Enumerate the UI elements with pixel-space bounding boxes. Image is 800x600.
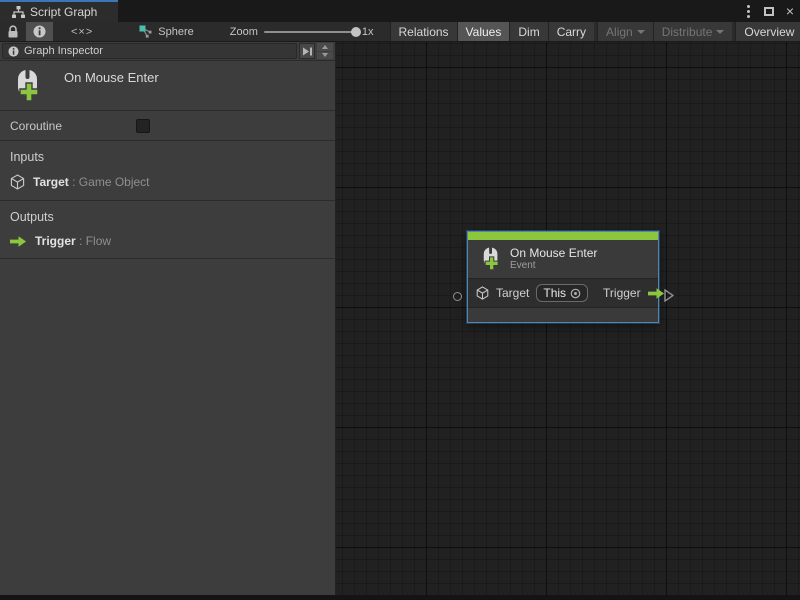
node-port-row: Target This Trigger [468,279,658,307]
graph-reference-label: Sphere [158,26,193,38]
flow-arrow-icon [10,235,27,248]
toolbar-button-carry[interactable]: Carry [548,22,594,41]
mouse-enter-event-icon [478,246,501,272]
spinner-down-button[interactable] [317,52,333,60]
chevron-down-icon [716,30,724,34]
on-mouse-enter-node[interactable]: On Mouse Enter Event Target This Trigger [467,231,659,323]
inputs-section: Inputs Target : Game Object [0,141,335,201]
zoom-slider-thumb[interactable] [351,27,361,37]
node-color-bar [468,232,658,240]
input-type: : Game Object [72,175,149,189]
tab-script-graph[interactable]: Script Graph [0,0,118,22]
graph-canvas[interactable]: On Mouse Enter Event Target This Trigger [336,42,800,595]
coroutine-checkbox[interactable] [136,119,150,133]
window-bottom-edge [0,595,800,600]
cube-icon [10,174,25,190]
node-input-port[interactable] [453,292,462,301]
close-icon[interactable]: × [784,4,796,18]
graph-node-icon [139,25,153,38]
node-output-label: Trigger [603,286,641,300]
inspector-toggle-button[interactable] [26,22,53,41]
chevron-down-icon [637,30,645,34]
panel-spinner [317,43,333,59]
graph-hierarchy-icon [12,6,25,19]
toolbar-button-relations[interactable]: Relations [390,22,457,41]
outputs-section: Outputs Trigger : Flow [0,201,335,259]
lock-icon[interactable] [0,22,26,41]
code-view-button[interactable]: <×> [53,22,111,41]
coroutine-row: Coroutine [0,111,335,141]
spinner-up-button[interactable] [317,43,333,51]
info-icon [8,46,19,57]
toolbar-button-values[interactable]: Values [457,22,510,41]
zoom-slider[interactable] [264,31,356,33]
node-subtitle: Event [510,260,597,272]
target-value-chip[interactable]: This [536,284,588,302]
tab-bar: Script Graph × [0,0,800,22]
node-input-label: Target [496,286,529,300]
dock-panel-button[interactable] [299,43,315,59]
inspector-title: Graph Inspector [24,45,103,57]
output-type: : Flow [79,234,111,248]
tab-label: Script Graph [30,5,97,19]
graph-inspector-panel: Graph Inspector On Mouse Enter Coroutine [0,42,336,595]
toolbar-button-align[interactable]: Align [597,22,653,41]
inspector-header: Graph Inspector [0,42,335,61]
window-menu-icon[interactable] [743,3,754,20]
event-title: On Mouse Enter [64,68,159,85]
target-picker-icon [570,288,581,299]
flow-arrow-icon [648,287,665,300]
coroutine-label: Coroutine [10,119,62,133]
code-icon: <×> [71,26,93,38]
mouse-enter-event-icon [10,68,42,104]
input-port-row: Target : Game Object [10,174,325,190]
output-name: Trigger [35,234,76,248]
zoom-control: Zoom 1x [204,22,382,41]
graph-toolbar: <×> Sphere Zoom 1x Relations Values Dim … [0,22,800,42]
info-icon [33,25,46,38]
toolbar-toggle-group: Relations Values Dim Carry Align Distrib… [390,22,800,41]
inputs-heading: Inputs [10,150,325,164]
toolbar-button-dim[interactable]: Dim [509,22,547,41]
arrow-up-icon [322,45,328,49]
node-header[interactable]: On Mouse Enter Event [468,240,658,278]
toolbar-button-overview[interactable]: Overview [735,22,800,41]
output-port-row: Trigger : Flow [10,234,325,248]
arrow-down-icon [322,53,328,57]
graph-reference-button[interactable]: Sphere [125,22,203,41]
toolbar-button-distribute[interactable]: Distribute [653,22,733,41]
zoom-value: 1x [362,26,374,38]
outputs-heading: Outputs [10,210,325,224]
script-graph-window: Script Graph × <×> Sphere Zoom [0,0,800,600]
node-title: On Mouse Enter [510,246,597,260]
maximize-icon[interactable] [764,7,774,16]
event-title-section: On Mouse Enter [0,61,335,111]
cube-icon [476,286,489,300]
input-name: Target [33,175,69,189]
node-footer [468,308,658,322]
node-output-port[interactable] [664,289,674,302]
dock-icon [302,47,313,56]
zoom-label: Zoom [230,26,258,38]
inspector-title-field[interactable]: Graph Inspector [2,43,297,59]
